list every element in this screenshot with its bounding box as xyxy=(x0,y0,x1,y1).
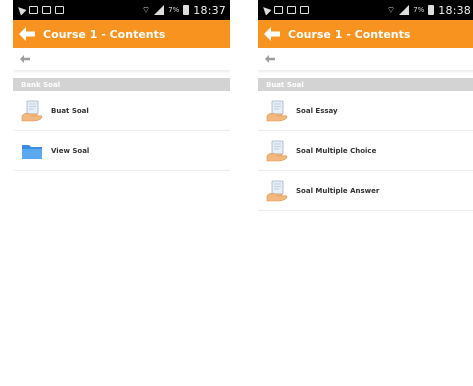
battery-icon xyxy=(428,5,435,15)
hand-document-icon xyxy=(266,180,288,201)
list-item-label: View Soal xyxy=(51,146,90,155)
notification-icons xyxy=(260,4,309,16)
notification-icons xyxy=(15,4,64,16)
section-header: Buat Soal xyxy=(258,78,473,91)
status-bar: ⌔ 7% 18:37 xyxy=(13,0,230,20)
list-item-soal-essay[interactable]: Soal Essay xyxy=(258,91,473,131)
arrow-icon xyxy=(15,4,27,16)
list-item-soal-multiple-answer[interactable]: Soal Multiple Answer xyxy=(258,171,473,211)
signal-icon xyxy=(154,5,165,15)
list-item-label: Soal Multiple Choice xyxy=(296,146,377,155)
wifi-icon: ⌔ xyxy=(141,5,151,16)
list-item-soal-multiple-choice[interactable]: Soal Multiple Choice xyxy=(258,131,473,171)
phone-screen-right: ⌔ 7% 18:38 Course 1 - Contents Buat Soal xyxy=(258,0,473,386)
chat-icon xyxy=(55,6,64,14)
battery-percent: 7% xyxy=(413,6,425,14)
section-header: Bank Soal xyxy=(13,78,230,91)
chat-icon xyxy=(300,6,309,14)
image-icon xyxy=(274,6,283,14)
list-item-label: Buat Soal xyxy=(51,106,89,115)
status-time: 18:38 xyxy=(438,3,471,17)
back-icon[interactable] xyxy=(265,55,275,63)
sub-toolbar xyxy=(13,48,230,70)
signal-icon xyxy=(399,5,410,15)
menu-list: Buat Soal View Soal xyxy=(13,91,230,171)
system-icons: ⌔ 7% 18:38 xyxy=(387,4,471,17)
phone-screen-left: ⌔ 7% 18:37 Course 1 - Contents Bank Soal xyxy=(13,0,230,386)
list-item-label: Soal Essay xyxy=(296,106,338,115)
status-bar: ⌔ 7% 18:38 xyxy=(258,0,473,20)
battery-icon xyxy=(183,5,190,15)
folder-icon xyxy=(22,144,42,159)
back-icon[interactable] xyxy=(20,55,30,63)
hand-document-icon xyxy=(21,100,43,121)
menu-list: Soal Essay Soal Multiple Choice Soal Mul… xyxy=(258,91,473,211)
app-bar-title: Course 1 - Contents xyxy=(43,27,166,41)
list-item-buat-soal[interactable]: Buat Soal xyxy=(13,91,230,131)
app-bar: Course 1 - Contents xyxy=(13,20,230,48)
image-icon xyxy=(29,6,38,14)
battery-percent: 7% xyxy=(168,6,180,14)
screen-icon xyxy=(287,6,296,14)
app-bar-title: Course 1 - Contents xyxy=(288,27,411,41)
hand-document-icon xyxy=(266,100,288,121)
back-arrow-icon[interactable] xyxy=(19,27,35,41)
arrow-icon xyxy=(260,4,272,16)
list-item-view-soal[interactable]: View Soal xyxy=(13,131,230,171)
list-item-label: Soal Multiple Answer xyxy=(296,186,380,195)
system-icons: ⌔ 7% 18:37 xyxy=(142,4,226,17)
sub-toolbar xyxy=(258,48,473,70)
app-bar: Course 1 - Contents xyxy=(258,20,473,48)
screen-icon xyxy=(42,6,51,14)
wifi-icon: ⌔ xyxy=(386,5,396,16)
hand-document-icon xyxy=(266,140,288,161)
status-time: 18:37 xyxy=(193,3,226,17)
back-arrow-icon[interactable] xyxy=(264,27,280,41)
